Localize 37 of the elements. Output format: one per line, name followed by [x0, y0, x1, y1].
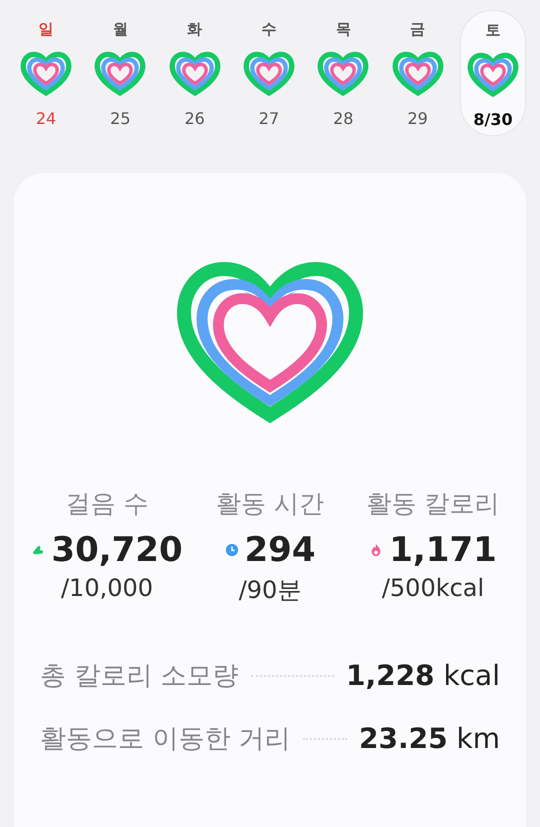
total-value: 1,228 kcal — [346, 659, 500, 692]
flame-icon — [369, 543, 384, 557]
stat-value: 30,720 — [51, 530, 183, 570]
stat-label: 활동 칼로리 — [366, 488, 500, 520]
date-label: 26 — [184, 109, 205, 128]
stat-value: 294 — [244, 530, 316, 570]
day-item[interactable]: 목 28 — [311, 10, 376, 134]
date-label: 24 — [36, 109, 56, 128]
stat-value: 1,171 — [389, 530, 497, 570]
day-item[interactable]: 수 27 — [236, 10, 301, 134]
shoe-icon — [31, 543, 46, 557]
clock-icon — [224, 543, 238, 557]
date-label: 27 — [258, 109, 280, 128]
weekday-label: 목 — [336, 20, 351, 39]
weekday-label: 토 — [485, 21, 500, 40]
total-label: 활동으로 이동한 거리 — [40, 723, 291, 756]
day-item[interactable]: 토 8/30 — [460, 10, 526, 136]
total-value: 23.25 km — [359, 722, 500, 755]
day-item[interactable]: 일 24 — [14, 10, 78, 134]
stat-label: 활동 시간 — [216, 488, 324, 520]
day-item[interactable]: 월 25 — [88, 10, 152, 134]
stat-goal: /90분 — [238, 575, 302, 606]
date-label: 28 — [333, 109, 354, 128]
day-item[interactable]: 화 26 — [162, 10, 227, 134]
date-label: 29 — [407, 109, 428, 128]
weekday-label: 일 — [38, 20, 54, 39]
weekday-label: 월 — [112, 20, 128, 39]
stat-label: 걸음 수 — [66, 488, 148, 520]
stat-goal: /500kcal — [382, 574, 484, 602]
total-label: 총 칼로리 소모량 — [40, 660, 239, 693]
stat-goal: /10,000 — [60, 574, 154, 602]
date-label: 25 — [110, 109, 130, 128]
weekday-label: 화 — [187, 20, 202, 39]
weekday-label: 금 — [410, 20, 426, 39]
weekday-label: 수 — [261, 20, 276, 39]
date-label: 8/30 — [473, 110, 513, 129]
day-item[interactable]: 금 29 — [386, 10, 450, 134]
